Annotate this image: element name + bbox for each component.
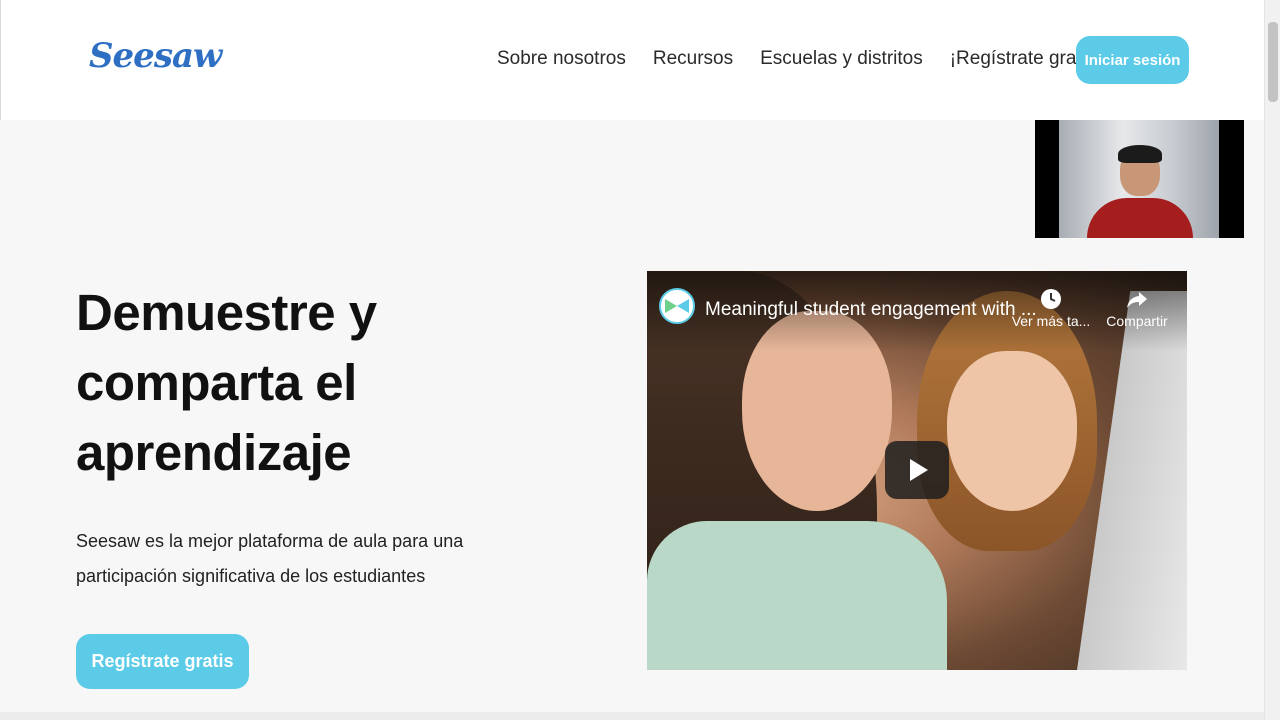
nav-link-resources[interactable]: Recursos bbox=[653, 48, 733, 70]
play-icon bbox=[910, 459, 928, 481]
section-divider bbox=[0, 712, 1264, 720]
video-title[interactable]: Meaningful student engagement with ... bbox=[705, 299, 1037, 321]
seesaw-logo[interactable]: Seesaw bbox=[89, 36, 222, 76]
clock-icon bbox=[1011, 287, 1091, 313]
share-arrow-icon bbox=[1097, 287, 1177, 313]
video-thumbnail-figure bbox=[647, 521, 947, 670]
hero-title: Demuestre y comparta el aprendizaje bbox=[76, 284, 377, 481]
share-button[interactable]: Compartir bbox=[1097, 287, 1177, 329]
seesaw-mark-icon bbox=[665, 299, 689, 313]
play-button[interactable] bbox=[885, 441, 949, 499]
scrollbar-thumb[interactable] bbox=[1268, 22, 1278, 102]
watch-later-button[interactable]: Ver más ta... bbox=[1011, 287, 1091, 329]
nav-link-schools-districts[interactable]: Escuelas y distritos bbox=[760, 48, 923, 70]
video-player[interactable]: Meaningful student engagement with ... V… bbox=[647, 271, 1187, 670]
channel-avatar-icon[interactable] bbox=[659, 288, 695, 324]
nav-link-about[interactable]: Sobre nosotros bbox=[497, 48, 626, 70]
webcam-overlay bbox=[1035, 120, 1244, 238]
login-button[interactable]: Iniciar sesión bbox=[1076, 36, 1189, 84]
main-nav: Sobre nosotros Recursos Escuelas y distr… bbox=[497, 48, 1128, 70]
signup-free-button[interactable]: Regístrate gratis bbox=[76, 634, 249, 689]
video-thumbnail-figure bbox=[947, 351, 1077, 511]
site-header: Seesaw Sobre nosotros Recursos Escuelas … bbox=[0, 0, 1264, 120]
watch-later-label: Ver más ta... bbox=[1011, 313, 1091, 329]
page-scrollbar[interactable] bbox=[1264, 0, 1280, 720]
share-label: Compartir bbox=[1106, 313, 1168, 329]
hero-subtitle: Seesaw es la mejor plataforma de aula pa… bbox=[76, 531, 464, 586]
presenter-hair bbox=[1118, 145, 1162, 163]
